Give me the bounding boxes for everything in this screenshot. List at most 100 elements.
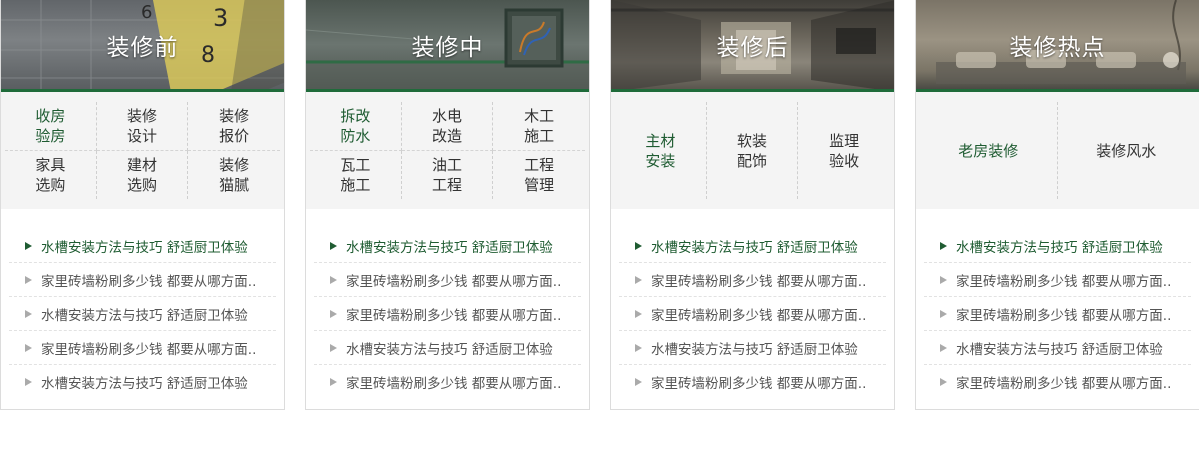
subcategory-label: 瓦工施工 <box>340 155 371 194</box>
article-link[interactable]: 水槽安装方法与技巧 舒适厨卫体验 <box>9 229 276 263</box>
article-link[interactable]: 家里砖墙粉刷多少钱 都要从哪方面.. <box>924 263 1191 297</box>
subcategory-link[interactable]: 监理验收 <box>798 102 890 199</box>
subcategory-label: 装修设计 <box>126 106 157 145</box>
article-list: 水槽安装方法与技巧 舒适厨卫体验 家里砖墙粉刷多少钱 都要从哪方面.. 家里砖墙… <box>916 209 1199 399</box>
article-title: 家里砖墙粉刷多少钱 都要从哪方面.. <box>956 307 1172 324</box>
subcategory-link[interactable]: 木工施工 <box>493 102 585 151</box>
triangle-right-icon <box>635 309 642 318</box>
subcategory-label: 监理验收 <box>829 131 860 170</box>
article-title: 家里砖墙粉刷多少钱 都要从哪方面.. <box>346 376 562 392</box>
subcategory-link[interactable]: 瓦工施工 <box>310 150 402 199</box>
svg-text:6: 6 <box>141 2 152 23</box>
article-title: 家里砖墙粉刷多少钱 都要从哪方面.. <box>956 376 1172 392</box>
triangle-right-icon <box>25 241 32 250</box>
subcategory-link[interactable]: 家具选购 <box>5 150 97 199</box>
article-link[interactable]: 水槽安装方法与技巧 舒适厨卫体验 <box>314 229 581 263</box>
subcategory-label: 木工施工 <box>524 106 555 145</box>
triangle-right-icon <box>635 241 642 250</box>
article-title: 水槽安装方法与技巧 舒适厨卫体验 <box>956 341 1163 358</box>
article-link[interactable]: 家里砖墙粉刷多少钱 都要从哪方面.. <box>924 365 1191 399</box>
card-banner[interactable]: 6 3 8 装修前 <box>1 0 284 92</box>
category-card-during: 装修中 拆改防水 水电改造 木工施工 瓦工施工 油工工程 工程管理 水槽安装方法… <box>305 0 590 410</box>
subcategory-link[interactable]: 工程管理 <box>493 151 585 200</box>
subcategory-label: 建材选购 <box>126 155 157 194</box>
article-link[interactable]: 水槽安装方法与技巧 舒适厨卫体验 <box>314 331 581 365</box>
article-link[interactable]: 家里砖墙粉刷多少钱 都要从哪方面.. <box>619 263 886 297</box>
triangle-right-icon <box>635 343 642 352</box>
triangle-right-icon <box>25 343 32 352</box>
subcategory-link[interactable]: 收房验房 <box>5 102 97 151</box>
article-link[interactable]: 水槽安装方法与技巧 舒适厨卫体验 <box>619 229 886 263</box>
article-link[interactable]: 家里砖墙粉刷多少钱 都要从哪方面.. <box>9 263 276 297</box>
subcategory-label: 拆改防水 <box>340 106 371 145</box>
article-title: 家里砖墙粉刷多少钱 都要从哪方面.. <box>651 307 867 324</box>
subcategory-link[interactable]: 装修设计 <box>96 102 189 151</box>
card-banner[interactable]: 装修中 <box>306 0 589 92</box>
card-banner[interactable]: 装修热点 <box>916 0 1199 92</box>
article-title: 家里砖墙粉刷多少钱 都要从哪方面.. <box>41 341 257 358</box>
article-link[interactable]: 家里砖墙粉刷多少钱 都要从哪方面.. <box>924 297 1191 331</box>
triangle-right-icon <box>940 309 947 318</box>
article-link[interactable]: 家里砖墙粉刷多少钱 都要从哪方面.. <box>619 365 886 399</box>
card-banner[interactable]: 装修后 <box>611 0 894 92</box>
triangle-right-icon <box>25 275 32 284</box>
article-title: 水槽安装方法与技巧 舒适厨卫体验 <box>651 341 858 358</box>
subcategory-label: 工程管理 <box>524 155 555 194</box>
article-link[interactable]: 水槽安装方法与技巧 舒适厨卫体验 <box>924 331 1191 365</box>
triangle-right-icon <box>940 343 947 352</box>
subcategory-link[interactable]: 建材选购 <box>97 150 189 199</box>
article-link[interactable]: 水槽安装方法与技巧 舒适厨卫体验 <box>924 229 1191 263</box>
subcategory-label: 油工工程 <box>431 155 462 194</box>
article-title: 家里砖墙粉刷多少钱 都要从哪方面.. <box>651 273 867 290</box>
article-link[interactable]: 家里砖墙粉刷多少钱 都要从哪方面.. <box>9 331 276 365</box>
article-link[interactable]: 水槽安装方法与技巧 舒适厨卫体验 <box>9 365 276 399</box>
subcategory-link[interactable]: 拆改防水 <box>310 102 402 151</box>
article-title: 水槽安装方法与技巧 舒适厨卫体验 <box>346 341 553 358</box>
article-list: 水槽安装方法与技巧 舒适厨卫体验 家里砖墙粉刷多少钱 都要从哪方面.. 家里砖墙… <box>306 209 589 399</box>
article-title: 水槽安装方法与技巧 舒适厨卫体验 <box>41 376 248 392</box>
article-title: 家里砖墙粉刷多少钱 都要从哪方面.. <box>956 273 1172 290</box>
subcategory-label: 家具选购 <box>35 155 66 194</box>
category-card-before: 6 3 8 装修前 收房验房 装修设计 装修报价 家具选购 建材选购 装修猫腻 … <box>0 0 285 410</box>
article-title: 家里砖墙粉刷多少钱 都要从哪方面.. <box>651 376 867 392</box>
subcategory-link[interactable]: 装修报价 <box>188 102 280 151</box>
subcategory-grid: 老房装修 装修风水 <box>916 92 1199 209</box>
category-card-after: 装修后 主材安装 软装配饰 监理验收 水槽安装方法与技巧 舒适厨卫体验 家里砖墙… <box>610 0 895 410</box>
subcategory-link[interactable]: 水电改造 <box>401 102 494 151</box>
article-link[interactable]: 家里砖墙粉刷多少钱 都要从哪方面.. <box>314 263 581 297</box>
article-link[interactable]: 家里砖墙粉刷多少钱 都要从哪方面.. <box>619 297 886 331</box>
triangle-right-icon <box>330 309 337 318</box>
subcategory-label: 装修报价 <box>219 106 250 145</box>
article-title: 水槽安装方法与技巧 舒适厨卫体验 <box>346 239 553 256</box>
subcategory-link[interactable]: 老房装修 <box>920 102 1058 199</box>
subcategory-label: 装修猫腻 <box>219 155 250 194</box>
article-title: 家里砖墙粉刷多少钱 都要从哪方面.. <box>346 273 562 290</box>
subcategory-link[interactable]: 主材安装 <box>615 102 707 199</box>
article-title: 家里砖墙粉刷多少钱 都要从哪方面.. <box>41 273 257 290</box>
triangle-right-icon <box>330 275 337 284</box>
article-title: 水槽安装方法与技巧 舒适厨卫体验 <box>41 307 248 324</box>
subcategory-grid: 拆改防水 水电改造 木工施工 瓦工施工 油工工程 工程管理 <box>306 92 589 209</box>
triangle-right-icon <box>330 343 337 352</box>
triangle-right-icon <box>635 275 642 284</box>
subcategory-grid: 收房验房 装修设计 装修报价 家具选购 建材选购 装修猫腻 <box>1 92 284 209</box>
article-link[interactable]: 水槽安装方法与技巧 舒适厨卫体验 <box>9 297 276 331</box>
article-link[interactable]: 水槽安装方法与技巧 舒适厨卫体验 <box>619 331 886 365</box>
subcategory-label: 水电改造 <box>431 106 462 145</box>
subcategory-link[interactable]: 装修猫腻 <box>188 151 280 200</box>
article-title: 水槽安装方法与技巧 舒适厨卫体验 <box>956 239 1163 256</box>
article-link[interactable]: 家里砖墙粉刷多少钱 都要从哪方面.. <box>314 297 581 331</box>
card-title: 装修中 <box>411 35 484 61</box>
subcategory-label: 软装配饰 <box>736 131 767 170</box>
article-list: 水槽安装方法与技巧 舒适厨卫体验 家里砖墙粉刷多少钱 都要从哪方面.. 家里砖墙… <box>611 209 894 399</box>
article-link[interactable]: 家里砖墙粉刷多少钱 都要从哪方面.. <box>314 365 581 399</box>
subcategory-link[interactable]: 软装配饰 <box>707 102 799 199</box>
triangle-right-icon <box>940 241 947 250</box>
triangle-right-icon <box>635 378 642 386</box>
article-list: 水槽安装方法与技巧 舒适厨卫体验 家里砖墙粉刷多少钱 都要从哪方面.. 水槽安装… <box>1 209 284 399</box>
subcategory-link[interactable]: 油工工程 <box>402 150 494 199</box>
card-title: 装修后 <box>716 35 789 61</box>
subcategory-label: 老房装修 <box>958 141 1019 160</box>
card-title: 装修前 <box>106 35 179 61</box>
subcategory-link[interactable]: 装修风水 <box>1058 102 1196 199</box>
